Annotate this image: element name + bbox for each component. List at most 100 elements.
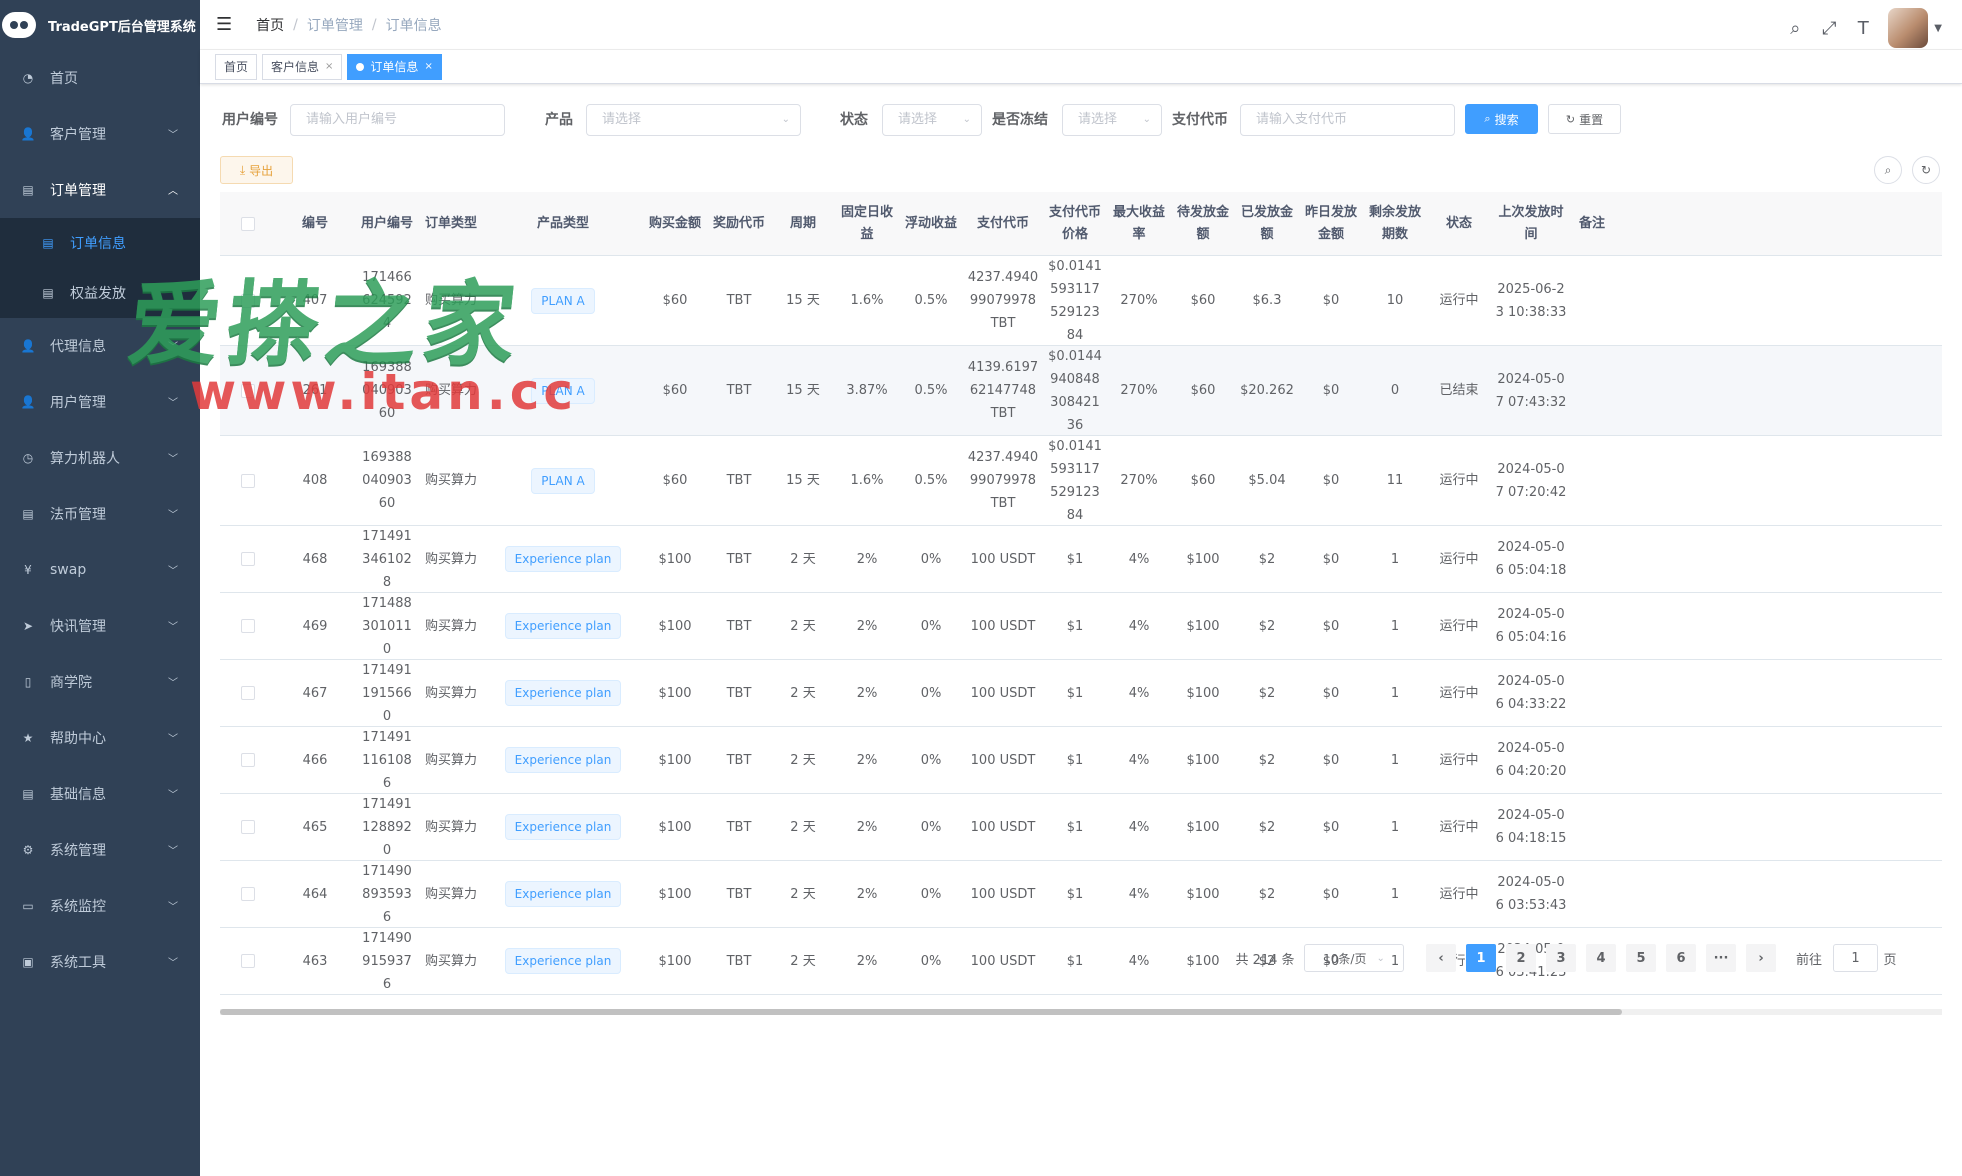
font-size-icon[interactable]: T	[1846, 18, 1880, 39]
active-dot-icon	[356, 62, 365, 71]
table-cell: $0	[1322, 752, 1340, 768]
page-size-select[interactable]: 10条/页 ⌄	[1304, 944, 1404, 972]
sidebar-item-3[interactable]: 👤 代理信息 ﹀	[0, 318, 200, 374]
goto-page-input[interactable]: 1	[1833, 944, 1878, 972]
row-checkbox[interactable]	[240, 473, 255, 488]
table-cell: 0	[1390, 383, 1400, 398]
search-form: 用户编号 请输入用户编号 产品 请选择 ⌄ 状态 请选择 ⌄ 是否冻结 请选择 ⌄ 支…	[220, 104, 1942, 136]
column-header: 最大收益率	[1112, 204, 1165, 242]
page-number-button[interactable]: 4	[1586, 944, 1616, 972]
table-row[interactable]: 261 16938804090360 购买算力 PLAN A $60 TBT 15 天 3.8…	[220, 346, 1942, 436]
status-placeholder: 请选择	[898, 112, 938, 127]
table-body: 407 1714666245924 购买算力 PLAN A $60 TBT 15 天 1.6%…	[220, 256, 1942, 995]
table-row[interactable]: 468 1714913461028 购买算力 Experience plan $100 T…	[220, 526, 1942, 593]
sidebar-item-5[interactable]: ◷ 算力机器人 ﹀	[0, 430, 200, 486]
row-checkbox[interactable]	[240, 753, 255, 767]
next-page-button[interactable]: ›	[1746, 944, 1776, 972]
table-row[interactable]: 469 1714883010110 购买算力 Experience plan $100 T…	[220, 593, 1942, 660]
tag-order-info[interactable]: 订单信息 ×	[347, 53, 442, 80]
sidebar-item-6[interactable]: ▤ 法币管理 ﹀	[0, 486, 200, 542]
page-number-button[interactable]: 3	[1546, 944, 1576, 972]
row-checkbox[interactable]	[240, 619, 255, 633]
sidebar-item-label: 快讯管理	[50, 619, 106, 635]
table-cell: $60	[1190, 293, 1216, 308]
more-pages-button[interactable]: ···	[1706, 944, 1736, 972]
table-cell: 270%	[1120, 293, 1158, 308]
avatar[interactable]	[1888, 8, 1929, 48]
search-button[interactable]: ⌕ 搜索	[1465, 104, 1538, 134]
row-checkbox[interactable]	[240, 686, 255, 700]
sidebar-item-10[interactable]: ★ 帮助中心 ﹀	[0, 710, 200, 766]
sidebar-item-0[interactable]: ◔ 首页	[0, 50, 200, 106]
product-type-tag: Experience plan	[504, 881, 622, 907]
user-id-input[interactable]: 请输入用户编号	[290, 104, 505, 136]
table-row[interactable]: 408 16938804090360 购买算力 PLAN A $60 TBT 15 天 1.6…	[220, 436, 1942, 526]
breadcrumb-current: 订单信息	[385, 17, 442, 34]
tag-customer-info[interactable]: 客户信息 ×	[262, 53, 343, 80]
sidebar-item-4[interactable]: 👤 用户管理 ﹀	[0, 374, 200, 430]
sidebar-item-11[interactable]: ▤ 基础信息 ﹀	[0, 766, 200, 822]
table-row[interactable]: 466 1714911161086 购买算力 Experience plan $100 T…	[220, 727, 1942, 794]
row-checkbox[interactable]	[240, 887, 255, 901]
sidebar-item-9[interactable]: ▯ 商学院 ﹀	[0, 654, 200, 710]
table-cell: 466	[302, 752, 328, 768]
submenu-item-1[interactable]: ▤ 权益发放	[0, 268, 200, 318]
robot-logo-icon	[2, 12, 36, 38]
table-cell: 4%	[1128, 685, 1150, 701]
app-logo[interactable]: TradeGPT后台管理系统	[0, 0, 200, 50]
document-icon: ▤	[42, 286, 54, 300]
page-number-button[interactable]: 2	[1506, 944, 1536, 972]
page-size-value: 10条/页	[1323, 951, 1367, 966]
breadcrumb-home[interactable]: 首页	[256, 15, 284, 35]
caret-down-icon[interactable]: ▼	[1934, 23, 1942, 34]
goto-page-value: 1	[1851, 950, 1860, 966]
search-icon[interactable]: ⌕	[1778, 18, 1812, 39]
sidebar-item-13[interactable]: ▭ 系统监控 ﹀	[0, 878, 200, 934]
pay-coin-input[interactable]: 请输入支付代币	[1240, 104, 1455, 136]
table-row[interactable]: 467 1714911915660 购买算力 Experience plan $100 T…	[220, 660, 1942, 727]
toggle-search-button[interactable]: ⌕	[1874, 156, 1902, 184]
reset-button[interactable]: ↻ 重置	[1548, 104, 1621, 134]
table-row[interactable]: 407 1714666245924 购买算力 PLAN A $60 TBT 15 天 1.6%…	[220, 256, 1942, 346]
tag-home[interactable]: 首页	[215, 53, 258, 80]
select-all-checkbox[interactable]	[240, 216, 255, 231]
table-cell: 0.5%	[914, 473, 948, 488]
sidebar-item-1[interactable]: 👤 客户管理 ﹀	[0, 106, 200, 162]
sidebar-item-2[interactable]: ▤ 订单管理 ︿	[0, 162, 200, 218]
table-cell: $1	[1066, 752, 1084, 768]
sidebar-item-7[interactable]: ¥ swap ﹀	[0, 542, 200, 598]
status-select[interactable]: 请选择 ⌄	[882, 104, 982, 136]
frozen-select[interactable]: 请选择 ⌄	[1062, 104, 1162, 136]
table-cell: 468	[302, 551, 328, 567]
row-checkbox[interactable]	[240, 383, 255, 398]
sidebar-item-8[interactable]: ➤ 快讯管理 ﹀	[0, 598, 200, 654]
submenu-item-0[interactable]: ▤ 订单信息	[0, 218, 200, 268]
table-row[interactable]: 464 1714908935936 购买算力 Experience plan $100 T…	[220, 861, 1942, 928]
product-select[interactable]: 请选择 ⌄	[586, 104, 801, 136]
page-number-button[interactable]: 6	[1666, 944, 1696, 972]
hamburger-icon[interactable]: ☰	[216, 14, 232, 35]
sidebar-item-label: 帮助中心	[50, 731, 106, 747]
export-button[interactable]: ⤓ 导出	[220, 156, 293, 184]
scrollbar-thumb[interactable]	[220, 1009, 1622, 1015]
chevron-down-icon: ﹀	[168, 734, 178, 745]
row-checkbox[interactable]	[240, 552, 255, 566]
close-icon[interactable]: ×	[325, 61, 333, 72]
sidebar-item-14[interactable]: ▣ 系统工具 ﹀	[0, 934, 200, 990]
table-cell	[1571, 861, 1613, 927]
sidebar-item-12[interactable]: ⚙ 系统管理 ﹀	[0, 822, 200, 878]
chevron-left-icon: ‹	[1438, 950, 1444, 966]
close-icon[interactable]: ×	[424, 61, 432, 72]
table-cell: $100	[658, 819, 692, 835]
page-number-button[interactable]: 1	[1466, 944, 1496, 972]
row-checkbox[interactable]	[240, 293, 255, 308]
column-header: 支付代币	[976, 215, 1029, 231]
page-number-button[interactable]: 5	[1626, 944, 1656, 972]
prev-page-button[interactable]: ‹	[1426, 944, 1456, 972]
fullscreen-icon[interactable]: ⤢	[1812, 18, 1846, 39]
table-row[interactable]: 465 1714911288920 购买算力 Experience plan $100 T…	[220, 794, 1942, 861]
row-checkbox[interactable]	[240, 820, 255, 834]
horizontal-scrollbar[interactable]	[220, 1009, 1942, 1015]
refresh-button[interactable]: ↻	[1912, 156, 1940, 184]
column-header: 产品类型	[536, 215, 589, 231]
